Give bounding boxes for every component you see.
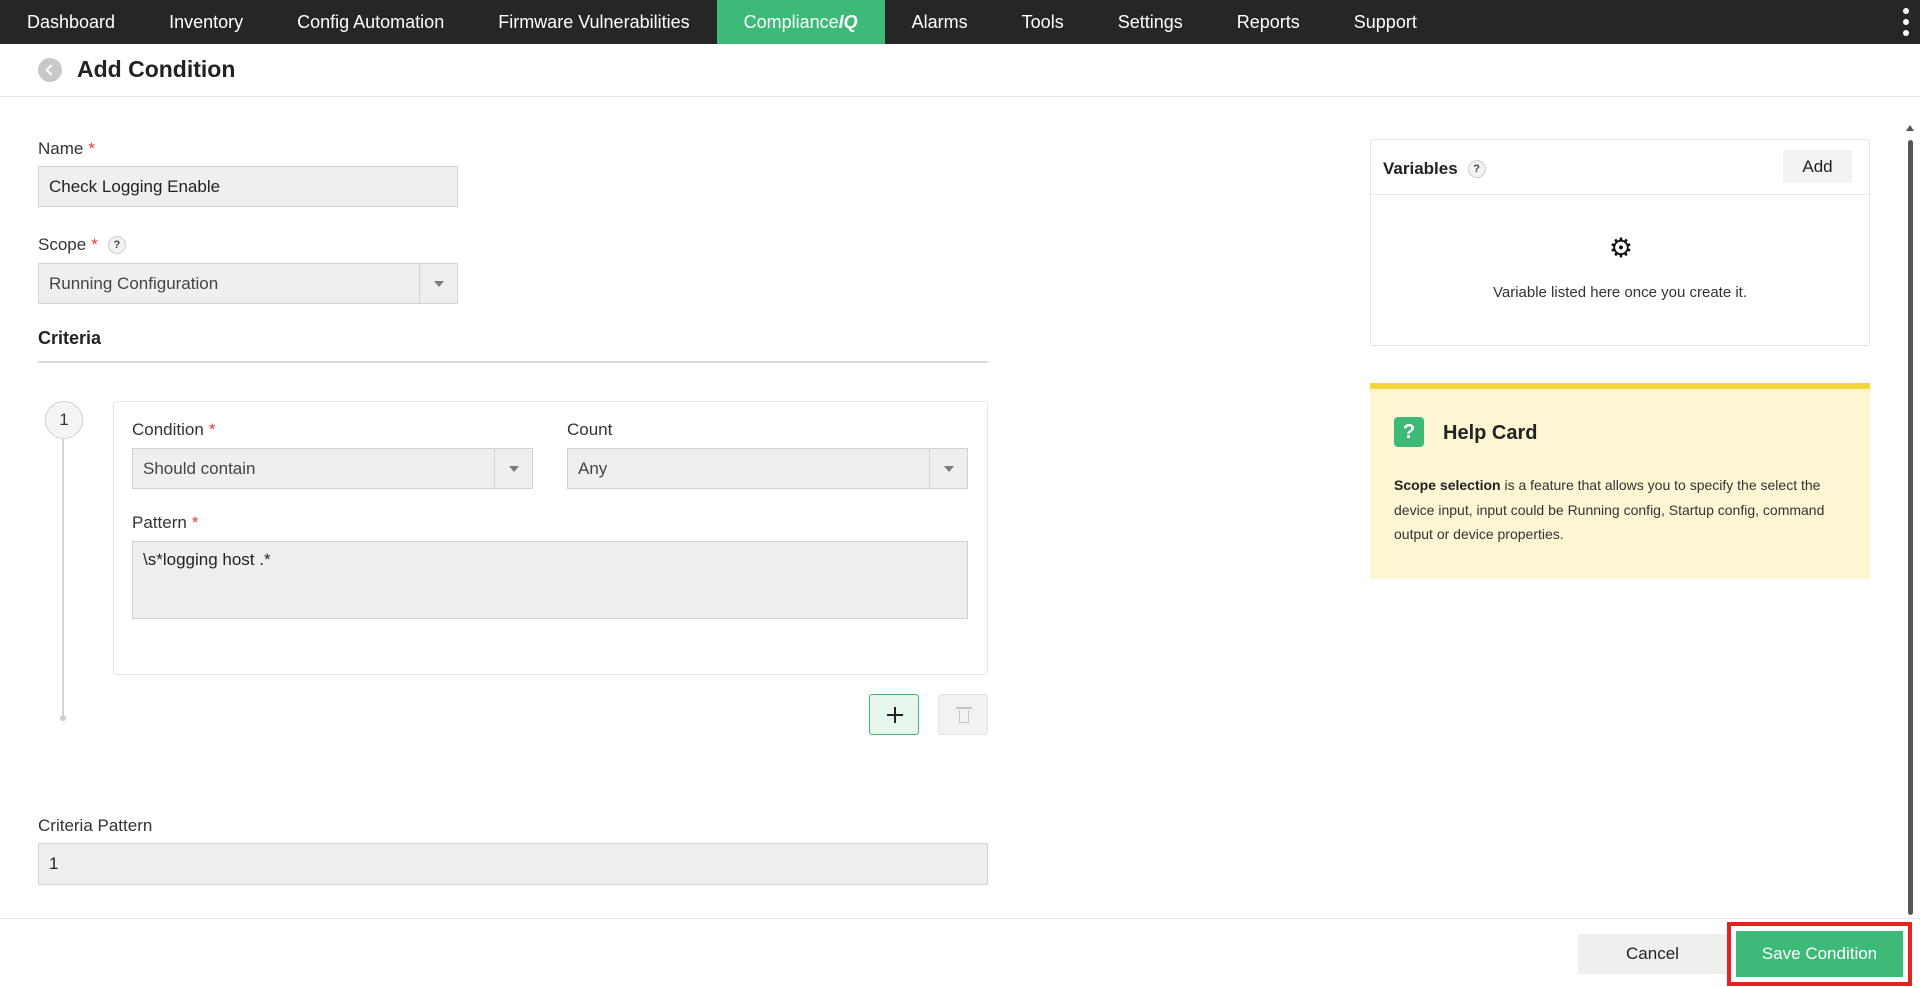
nav-inventory[interactable]: Inventory bbox=[142, 0, 270, 44]
page-header: Add Condition bbox=[0, 44, 1920, 97]
add-variable-button[interactable]: Add bbox=[1783, 150, 1852, 183]
nav-settings[interactable]: Settings bbox=[1091, 0, 1210, 44]
scope-select-value: Running Configuration bbox=[49, 273, 219, 293]
condition-select[interactable]: Should contain bbox=[132, 448, 533, 489]
scope-label: Scope *? bbox=[38, 235, 126, 255]
condition-label: Condition * bbox=[132, 420, 215, 440]
nav-alarms[interactable]: Alarms bbox=[885, 0, 995, 44]
scroll-up-arrow-icon[interactable] bbox=[1906, 125, 1914, 131]
scope-select[interactable]: Running Configuration bbox=[38, 263, 458, 304]
nav-compliance-label: Compliance bbox=[743, 11, 839, 32]
criteria-pattern-label-text: Criteria Pattern bbox=[38, 816, 153, 835]
variables-title: Variables? bbox=[1383, 159, 1486, 179]
count-label: Count bbox=[567, 420, 612, 440]
variables-title-text: Variables bbox=[1383, 159, 1458, 178]
count-select-value: Any bbox=[578, 458, 608, 478]
variables-card: Variables? Add ⚙ Variable listed here on… bbox=[1370, 139, 1870, 346]
criteria-pattern-input[interactable]: 1 bbox=[38, 843, 988, 885]
criteria-pattern-label: Criteria Pattern bbox=[38, 816, 152, 836]
add-criteria-button[interactable] bbox=[869, 694, 919, 735]
help-card-text: Scope selection is a feature that allows… bbox=[1394, 473, 1854, 547]
more-menu-icon[interactable] bbox=[1902, 8, 1910, 36]
variables-empty-text: Variable listed here once you create it. bbox=[1492, 284, 1748, 301]
nav-support[interactable]: Support bbox=[1327, 0, 1444, 44]
nav-tools[interactable]: Tools bbox=[995, 0, 1091, 44]
gear-icon: ⚙ bbox=[1608, 233, 1634, 263]
chevron-down-icon[interactable] bbox=[929, 449, 967, 488]
nav-dashboard[interactable]: Dashboard bbox=[0, 0, 142, 44]
criteria-divider bbox=[38, 361, 988, 363]
required-mark: * bbox=[88, 139, 95, 158]
top-navigation: Dashboard Inventory Config Automation Fi… bbox=[0, 0, 1920, 44]
help-card-bold-term: Scope selection bbox=[1394, 477, 1501, 493]
delete-criteria-button[interactable] bbox=[938, 694, 988, 735]
scope-help-icon[interactable]: ? bbox=[107, 236, 126, 254]
help-card: ? Help Card Scope selection is a feature… bbox=[1370, 383, 1870, 579]
nav-reports[interactable]: Reports bbox=[1210, 0, 1327, 44]
scope-label-text: Scope bbox=[38, 235, 87, 254]
variables-help-icon[interactable]: ? bbox=[1467, 160, 1486, 178]
chevron-down-icon[interactable] bbox=[419, 264, 457, 303]
back-arrow-icon[interactable] bbox=[38, 58, 62, 82]
count-label-text: Count bbox=[567, 420, 613, 439]
help-card-title: Help Card bbox=[1443, 422, 1538, 444]
name-label-text: Name bbox=[38, 139, 84, 158]
required-mark: * bbox=[208, 420, 216, 439]
required-mark: * bbox=[191, 513, 199, 532]
footer-actions: Cancel Save Condition bbox=[0, 918, 1920, 988]
criteria-heading: Criteria bbox=[38, 328, 102, 348]
pattern-label-text: Pattern bbox=[132, 513, 187, 532]
save-condition-button[interactable]: Save Condition bbox=[1736, 931, 1903, 977]
vertical-scrollbar[interactable] bbox=[1908, 140, 1913, 915]
count-select[interactable]: Any bbox=[567, 448, 968, 489]
chevron-down-icon[interactable] bbox=[494, 449, 532, 488]
trash-icon bbox=[956, 707, 972, 723]
name-label: Name * bbox=[38, 139, 95, 159]
nav-firmware-vulnerabilities[interactable]: Firmware Vulnerabilities bbox=[471, 0, 716, 44]
variables-header: Variables? Add bbox=[1371, 140, 1869, 195]
required-mark: * bbox=[91, 235, 98, 254]
name-input[interactable]: Check Logging Enable bbox=[38, 166, 458, 207]
pattern-label: Pattern * bbox=[132, 513, 198, 533]
pattern-textarea[interactable]: \s*logging host .* bbox=[132, 541, 968, 619]
condition-label-text: Condition bbox=[132, 420, 204, 439]
nav-iq-suffix: IQ bbox=[838, 11, 858, 32]
nav-compliance-iq[interactable]: Compliance IQ bbox=[716, 0, 885, 44]
cancel-button[interactable]: Cancel bbox=[1578, 934, 1727, 974]
criteria-card bbox=[113, 401, 988, 675]
condition-select-value: Should contain bbox=[143, 458, 256, 478]
stepper-line bbox=[62, 439, 64, 717]
page-title: Add Condition bbox=[77, 56, 236, 82]
criteria-step-number: 1 bbox=[45, 401, 83, 439]
stepper-end-dot bbox=[60, 715, 66, 721]
help-card-question-icon: ? bbox=[1394, 417, 1424, 447]
nav-config-automation[interactable]: Config Automation bbox=[270, 0, 471, 44]
